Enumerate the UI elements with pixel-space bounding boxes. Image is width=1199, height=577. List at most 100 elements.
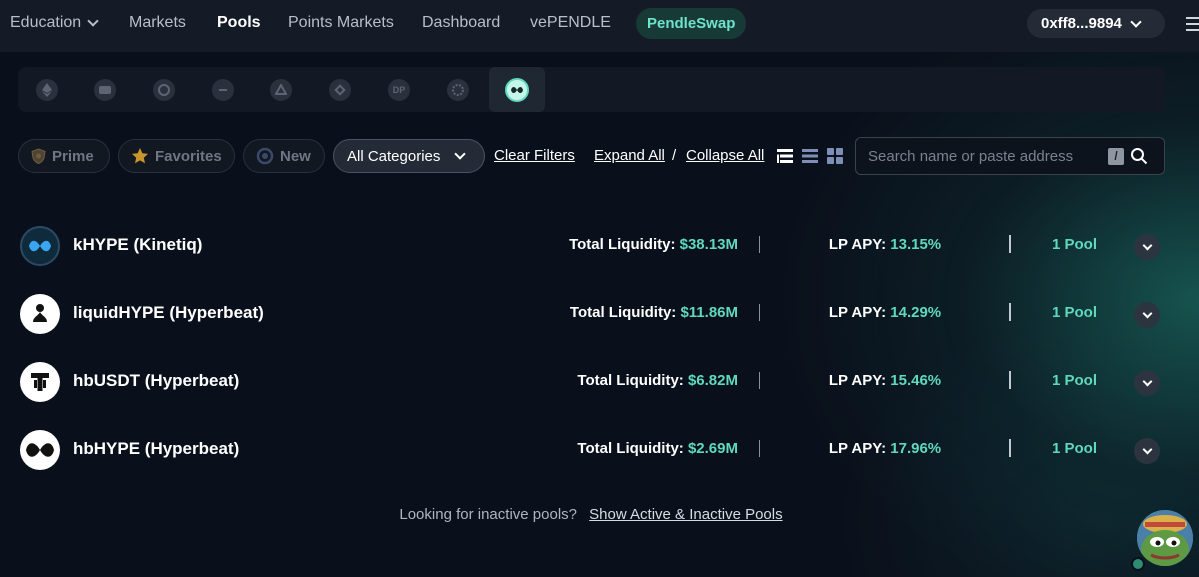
pool-name: hbUSDT (Hyperbeat) bbox=[73, 371, 240, 390]
chevron-down-icon bbox=[1142, 444, 1152, 455]
search-input[interactable] bbox=[868, 147, 1104, 165]
total-liquidity-value: $2.69M bbox=[687, 440, 738, 457]
divider bbox=[759, 440, 760, 457]
hbhype-icon bbox=[20, 430, 60, 470]
grouped-list-view-icon[interactable] bbox=[777, 148, 793, 164]
chain-filter-bar: DP bbox=[18, 67, 1165, 112]
expand-row-button[interactable] bbox=[1134, 234, 1160, 260]
divider bbox=[759, 372, 760, 389]
nav-points-markets[interactable]: Points Markets bbox=[288, 14, 394, 32]
lp-apy-value: 13.15% bbox=[890, 236, 942, 253]
lp-apy-label: LP APY: bbox=[828, 372, 887, 389]
expand-all-link[interactable]: Expand All bbox=[594, 147, 665, 164]
pool-row[interactable]: kHYPE (Kinetiq) Total Liquidity: $38.13M… bbox=[0, 216, 1199, 276]
expand-row-button[interactable] bbox=[1134, 370, 1160, 396]
liquidhype-icon bbox=[20, 294, 60, 334]
favorites-label: Favorites bbox=[155, 147, 222, 165]
grid-view-icon[interactable] bbox=[827, 148, 843, 164]
chain-dp-icon: DP bbox=[388, 78, 410, 101]
wallet-address: 0xff8...9894 bbox=[1041, 15, 1122, 32]
khype-icon bbox=[20, 226, 60, 266]
chain-2-icon bbox=[94, 78, 116, 101]
total-liquidity: Total Liquidity: $2.69M bbox=[577, 440, 738, 457]
favorites-filter-chip[interactable]: Favorites bbox=[118, 139, 235, 173]
hbusdt-icon bbox=[20, 362, 60, 402]
divider bbox=[1009, 303, 1011, 321]
lp-apy-label: LP APY: bbox=[828, 440, 887, 457]
divider bbox=[1009, 235, 1011, 253]
total-liquidity-label: Total Liquidity: bbox=[577, 440, 684, 457]
lp-apy: LP APY: 13.15% bbox=[785, 236, 985, 253]
chain-8-icon bbox=[447, 78, 469, 101]
total-liquidity-label: Total Liquidity: bbox=[569, 304, 677, 321]
category-select[interactable]: All Categories bbox=[333, 139, 485, 173]
search-icon[interactable] bbox=[1130, 147, 1148, 165]
nav-vependle[interactable]: vePENDLE bbox=[530, 14, 611, 32]
total-liquidity-label: Total Liquidity: bbox=[577, 372, 684, 389]
show-inactive-pools-link[interactable]: Show Active & Inactive Pools bbox=[589, 506, 782, 523]
chain-bnb[interactable] bbox=[311, 67, 369, 112]
pool-row[interactable]: hbHYPE (Hyperbeat) Total Liquidity: $2.6… bbox=[0, 420, 1199, 480]
nav-markets[interactable]: Markets bbox=[129, 14, 186, 32]
lp-apy: LP APY: 14.29% bbox=[785, 304, 985, 321]
lp-apy-value: 15.46% bbox=[890, 372, 942, 389]
lp-apy-label: LP APY: bbox=[828, 304, 887, 321]
total-liquidity: Total Liquidity: $11.86M bbox=[570, 304, 738, 321]
list-view-icon[interactable] bbox=[802, 148, 818, 164]
clear-filters-link[interactable]: Clear Filters bbox=[494, 147, 575, 164]
pool-count[interactable]: 1 Pool bbox=[1052, 440, 1097, 457]
pool-count[interactable]: 1 Pool bbox=[1052, 304, 1097, 321]
pool-count[interactable]: 1 Pool bbox=[1052, 236, 1097, 253]
new-icon bbox=[256, 147, 274, 165]
wallet-button[interactable]: 0xff8...9894 bbox=[1027, 9, 1165, 38]
search-shortcut-key: / bbox=[1108, 147, 1124, 165]
pool-count[interactable]: 1 Pool bbox=[1052, 372, 1097, 389]
nav-education-label: Education bbox=[10, 14, 82, 31]
chevron-down-icon bbox=[454, 148, 467, 160]
chain-3-icon bbox=[153, 78, 175, 101]
chevron-down-icon bbox=[1142, 308, 1152, 319]
chain-4-icon bbox=[212, 78, 234, 101]
expand-row-button[interactable] bbox=[1134, 302, 1160, 328]
lp-apy: LP APY: 15.46% bbox=[785, 372, 985, 389]
chevron-down-icon bbox=[1130, 15, 1142, 28]
new-filter-chip[interactable]: New bbox=[243, 139, 325, 173]
category-selected-label: All Categories bbox=[347, 147, 441, 165]
inactive-pools-note: Looking for inactive pools? Show Active … bbox=[0, 506, 1182, 523]
chevron-down-icon bbox=[87, 15, 99, 27]
pool-name: liquidHYPE (Hyperbeat) bbox=[73, 303, 264, 322]
nav-dashboard[interactable]: Dashboard bbox=[422, 14, 500, 32]
divider bbox=[759, 236, 760, 253]
top-nav: Education Markets Pools Points Markets D… bbox=[0, 0, 1199, 52]
lp-apy-value: 14.29% bbox=[890, 304, 942, 321]
prime-label: Prime bbox=[52, 147, 94, 165]
chain-4[interactable] bbox=[194, 67, 252, 112]
chain-hyperevm[interactable] bbox=[489, 67, 545, 112]
ethereum-icon bbox=[36, 78, 58, 101]
total-liquidity: Total Liquidity: $6.82M bbox=[577, 372, 738, 389]
new-label: New bbox=[280, 147, 311, 165]
collapse-all-link[interactable]: Collapse All bbox=[686, 147, 764, 164]
nav-education[interactable]: Education bbox=[10, 14, 99, 32]
divider bbox=[1009, 439, 1011, 457]
chain-arbitrum[interactable] bbox=[252, 67, 310, 112]
expand-row-button[interactable] bbox=[1134, 438, 1160, 464]
chain-ethereum[interactable] bbox=[18, 67, 76, 112]
chain-dp[interactable]: DP bbox=[370, 67, 428, 112]
inactive-pools-question: Looking for inactive pools? bbox=[399, 506, 577, 523]
divider bbox=[759, 304, 760, 321]
chain-2[interactable] bbox=[76, 67, 134, 112]
menu-icon[interactable] bbox=[1186, 17, 1199, 35]
chain-8[interactable] bbox=[429, 67, 487, 112]
expand-collapse-separator: / bbox=[672, 147, 677, 164]
prime-filter-chip[interactable]: Prime bbox=[18, 139, 110, 173]
pool-row[interactable]: hbUSDT (Hyperbeat) Total Liquidity: $6.8… bbox=[0, 352, 1199, 412]
support-avatar-icon[interactable] bbox=[1137, 510, 1193, 566]
pool-name: kHYPE (Kinetiq) bbox=[73, 235, 203, 254]
pool-row[interactable]: liquidHYPE (Hyperbeat) Total Liquidity: … bbox=[0, 284, 1199, 344]
chevron-down-icon bbox=[1142, 240, 1152, 251]
pendleswap-button[interactable]: PendleSwap bbox=[636, 8, 747, 39]
star-icon bbox=[132, 148, 148, 164]
nav-pools[interactable]: Pools bbox=[217, 14, 261, 32]
chain-3[interactable] bbox=[135, 67, 193, 112]
